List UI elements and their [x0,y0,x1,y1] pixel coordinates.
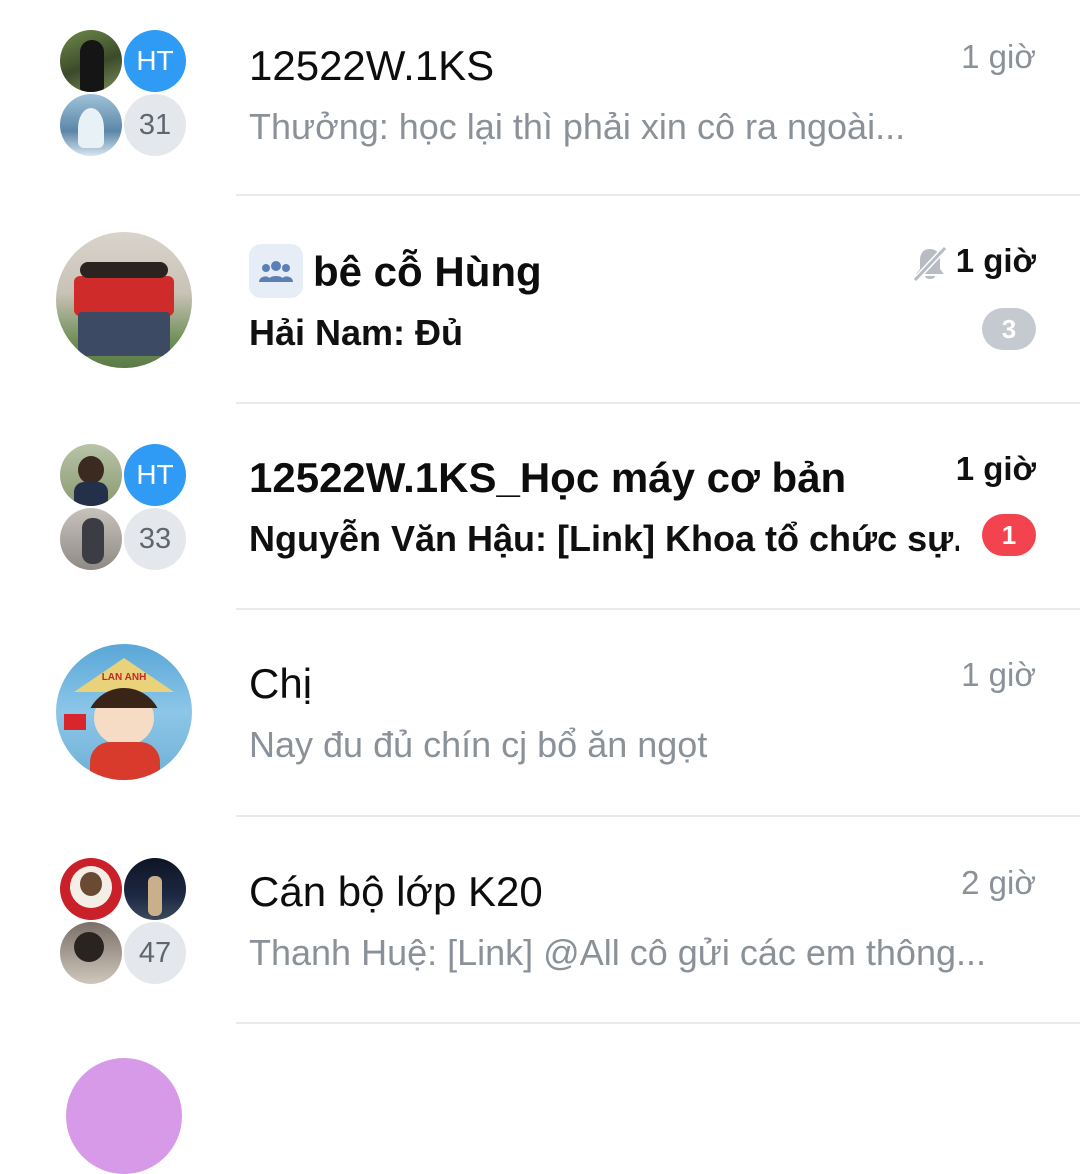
conversation-row[interactable]: LAN ANH Chị Nay đu đủ chín cj bổ ăn ngọt… [0,618,1080,825]
conversation-preview: Nay đu đủ chín cj bổ ăn ngọt [249,724,708,765]
member-avatar [124,858,186,920]
conversation-title: Cán bộ lớp K20 [249,868,543,915]
member-avatar [60,30,122,92]
member-avatar [60,922,122,984]
group-avatar: HT 31 [56,28,192,164]
conversation-preview: Nguyễn Văn Hậu: [Link] Khoa tổ chức sự..… [249,518,959,559]
conversation-title: bê cỗ Hùng [313,248,542,296]
conversation-title: 12522W.1KS [249,42,495,89]
member-count: 33 [124,508,186,570]
member-initials-avatar: HT [124,30,186,92]
divider [236,608,1080,610]
conversation-row[interactable]: HT 33 12522W.1KS_Học máy cơ bản Nguyễn V… [0,412,1080,619]
divider [236,1022,1080,1024]
member-avatar [60,508,122,570]
conversation-time: 1 giờ [961,656,1036,693]
conversation-row[interactable]: HT 31 12522W.1KS Thưởng: học lại thì phả… [0,0,1080,207]
conversation-time: 1 giờ [955,450,1036,487]
conversation-preview: Hải Nam: Đủ [249,312,464,353]
divider [236,815,1080,817]
avatar: LAN ANH [56,644,192,780]
conversation-title-wrap: bê cỗ Hùng [249,244,542,302]
people-icon [249,244,303,298]
conversation-title: Chị [249,660,313,707]
conversation-preview: Thưởng: học lại thì phải xin cô ra ngoài… [249,106,906,147]
conversation-row[interactable]: bê cỗ Hùng Hải Nam: Đủ 1 giờ 3 [0,204,1080,411]
group-avatar: 47 [56,856,192,992]
conversation-time: 1 giờ [961,38,1036,75]
conversation-time: 1 giờ [955,242,1036,279]
member-initials-avatar: HT [124,444,186,506]
member-avatar [60,858,122,920]
conversation-preview: Thanh Huệ: [Link] @All cô gửi các em thô… [249,932,986,973]
member-avatar [60,94,122,156]
conversation-title: 12522W.1KS_Học máy cơ bản [249,454,847,501]
avatar [56,232,192,368]
member-count: 47 [124,922,186,984]
unread-badge: 3 [982,308,1036,350]
conversation-row[interactable]: 47 Cán bộ lớp K20 Thanh Huệ: [Link] @All… [0,826,1080,1033]
next-conversation-avatar[interactable] [66,1058,182,1174]
hat-text: LAN ANH [101,672,147,683]
member-avatar [60,444,122,506]
member-count: 31 [124,94,186,156]
muted-bell-icon [910,244,950,289]
group-avatar: HT 33 [56,442,192,578]
conversation-time: 2 giờ [961,864,1036,901]
divider [236,402,1080,404]
divider [236,194,1080,196]
unread-badge: 1 [982,514,1036,556]
